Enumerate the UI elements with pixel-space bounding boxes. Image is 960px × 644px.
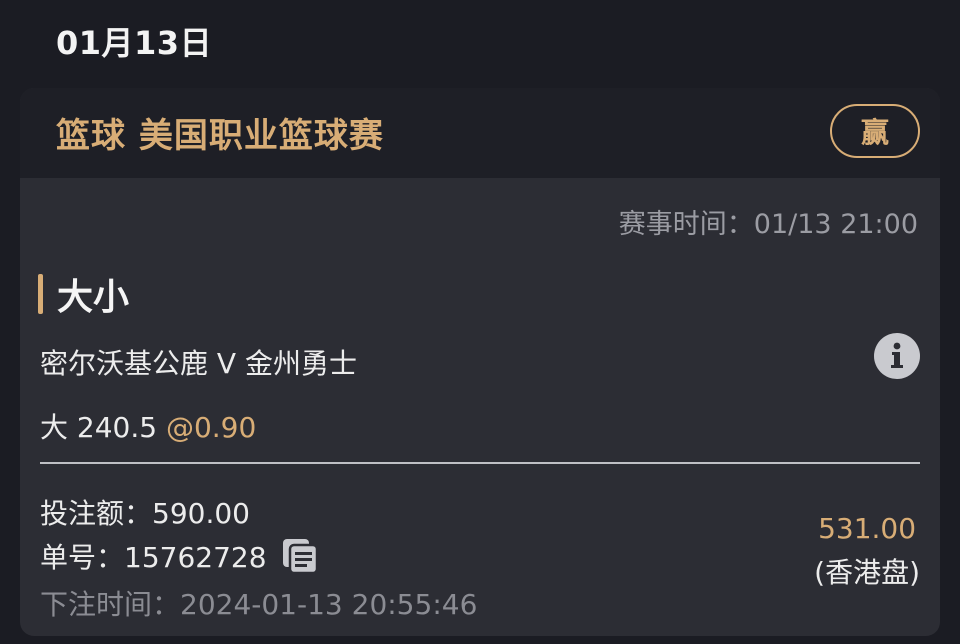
- info-icon[interactable]: [874, 333, 920, 379]
- match-name: 密尔沃基公鹿 V 金州勇士: [40, 347, 357, 380]
- ticket-number-row: 单号：15762728: [40, 536, 319, 576]
- divider: [40, 462, 920, 464]
- card-header: 篮球 美国职业篮球赛 赢: [20, 88, 940, 178]
- payout-block: 531.00 (香港盘): [814, 512, 920, 591]
- selection-value: 大 240.5: [40, 411, 158, 444]
- selection-odds: @0.90: [165, 411, 257, 444]
- date-header: 01月13日: [56, 24, 213, 62]
- ticket-number: 单号：15762728: [40, 541, 267, 574]
- league-title: 篮球 美国职业篮球赛: [56, 116, 384, 156]
- market-heading: 大小: [38, 268, 129, 320]
- bet-card: 篮球 美国职业篮球赛 赢 赛事时间：01/13 21:00 大小 密尔沃基公鹿 …: [20, 88, 940, 636]
- stake-amount: 投注额：590.00: [40, 497, 250, 530]
- selection-line: 大 240.5 @0.90: [40, 406, 256, 446]
- result-badge[interactable]: 赢: [830, 104, 920, 158]
- payout-amount: 531.00: [818, 512, 917, 545]
- event-time: 赛事时间：01/13 21:00: [618, 209, 918, 240]
- bet-time: 下注时间：2024-01-13 20:55:46: [40, 588, 478, 621]
- copy-icon[interactable]: [281, 537, 319, 575]
- market-accent-bar: [38, 274, 43, 314]
- odds-type: (香港盘): [814, 556, 920, 589]
- market-title: 大小: [57, 277, 130, 318]
